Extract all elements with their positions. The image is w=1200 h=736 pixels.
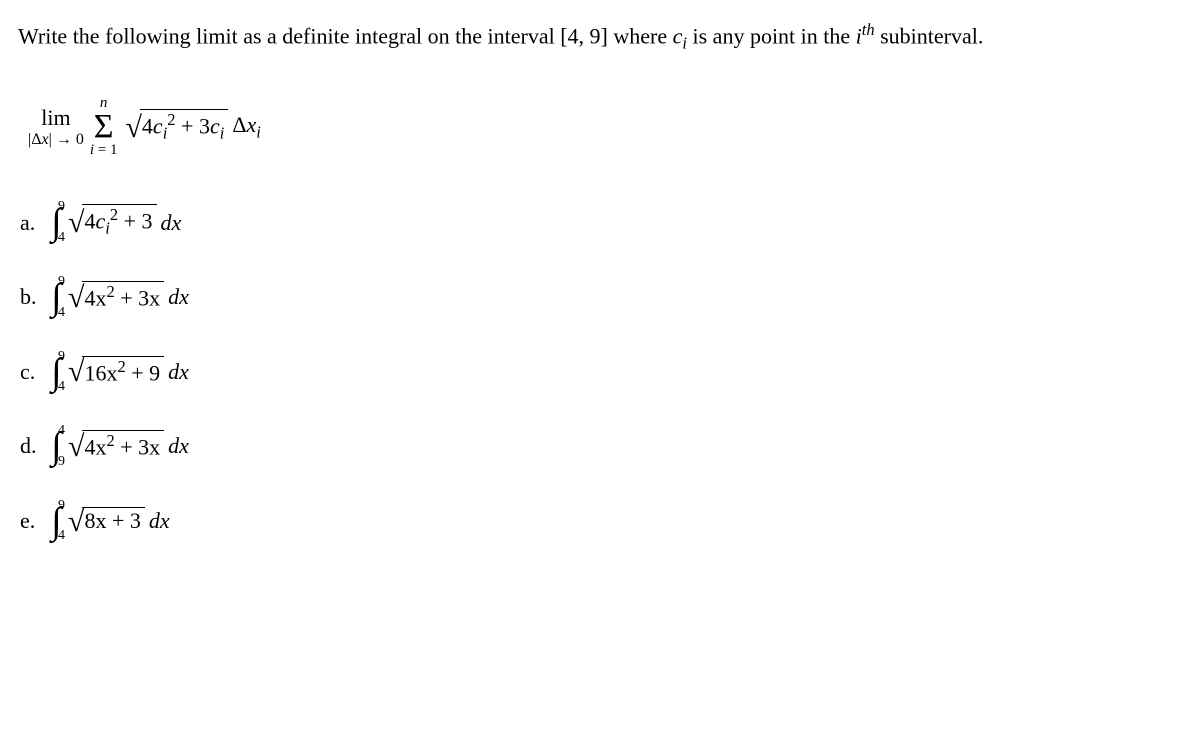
a-var: c <box>95 209 105 234</box>
option-c-label: c. <box>20 359 48 385</box>
cond-right: | → 0 <box>49 131 84 148</box>
option-b-label: b. <box>20 284 48 310</box>
c-body: 16x <box>84 360 117 385</box>
sum-eq: = 1 <box>94 142 117 158</box>
option-a: a. 9 ∫ 4 √ 4ci2 + 3 dx <box>20 199 1182 246</box>
c-post: + 9 <box>126 360 160 385</box>
rad-c: c <box>153 113 163 138</box>
option-c-integral: 9 ∫ 4 √ 16x2 + 9 dx <box>48 349 189 396</box>
option-e: e. 9 ∫ 4 √ 8x + 3 dx <box>20 498 1182 545</box>
option-b-integral: 9 ∫ 4 √ 4x2 + 3x dx <box>48 274 189 321</box>
var-c: c <box>673 23 683 48</box>
sqrt-radicand: 4ci2 + 3ci <box>140 109 228 146</box>
a-sup: 2 <box>110 205 118 224</box>
option-d-label: d. <box>20 433 48 459</box>
question-text: Write the following limit as a definite … <box>18 18 1182 55</box>
option-a-integral: 9 ∫ 4 √ 4ci2 + 3 dx <box>48 199 181 246</box>
option-e-label: e. <box>20 508 48 534</box>
delta-x: Δxi <box>232 112 261 142</box>
integral-symbol: 9 ∫ 4 <box>48 498 65 545</box>
cond-x: x <box>42 131 49 148</box>
rad-c2: c <box>210 113 220 138</box>
int-lower: 4 <box>58 230 65 246</box>
sqrt-radicand-e: 8x + 3 <box>82 507 144 536</box>
option-b: b. 9 ∫ 4 √ 4x2 + 3x dx <box>20 274 1182 321</box>
integral-symbol: 9 ∫ 4 <box>48 349 65 396</box>
option-e-integral: 9 ∫ 4 √ 8x + 3 dx <box>48 498 170 545</box>
sqrt-radicand-a: 4ci2 + 3 <box>82 204 156 241</box>
c-sup: 2 <box>117 357 125 376</box>
e-body: 8x + 3 <box>84 508 140 533</box>
integral-symbol: 9 ∫ 4 <box>48 274 65 321</box>
sqrt-radicand-c: 16x2 + 9 <box>82 356 164 388</box>
a-post: + 3 <box>118 209 152 234</box>
d-sup: 2 <box>106 431 114 450</box>
limit-expression: lim |Δx| → 0 n Σ i = 1 √ 4ci2 + 3ci Δxi <box>28 95 261 160</box>
dx-d: dx <box>168 433 189 459</box>
a-pre: 4 <box>84 209 95 234</box>
cond-left: |Δ <box>28 131 42 148</box>
sum-operator: n Σ i = 1 <box>90 95 118 160</box>
sigma-symbol: Σ <box>94 112 114 143</box>
limit-operator: lim |Δx| → 0 <box>28 105 84 149</box>
question-pre: Write the following limit as a definite … <box>18 23 673 48</box>
integral-symbol: 9 ∫ 4 <box>48 199 65 246</box>
delta-xvar: x <box>246 112 256 137</box>
lim-text: lim <box>41 105 70 131</box>
b-sup: 2 <box>106 282 114 301</box>
rad-coef: 4 <box>142 113 153 138</box>
option-a-label: a. <box>20 210 48 236</box>
delta-sub: i <box>256 122 261 141</box>
dx-a: dx <box>161 210 182 236</box>
lim-condition: |Δx| → 0 <box>28 131 84 149</box>
sqrt-radicand-b: 4x2 + 3x <box>82 281 164 313</box>
dx-e: dx <box>149 508 170 534</box>
delta: Δ <box>232 112 246 137</box>
b-post: + 3x <box>115 285 160 310</box>
dx-c: dx <box>168 359 189 385</box>
rad-c2sub: i <box>220 123 225 142</box>
b-body: 4x <box>84 285 106 310</box>
sqrt-radicand-d: 4x2 + 3x <box>82 430 164 462</box>
option-d-integral: 4 ∫ 9 √ 4x2 + 3x dx <box>48 423 189 470</box>
sqrt-a: √ 4ci2 + 3 <box>68 204 157 241</box>
sqrt-c: √ 16x2 + 9 <box>68 356 164 388</box>
sqrt-expression: √ 4ci2 + 3ci <box>125 109 228 146</box>
sum-lower: i = 1 <box>90 142 118 159</box>
int-lower: 4 <box>58 528 65 544</box>
sqrt-e: √ 8x + 3 <box>68 507 145 536</box>
rad-csup: 2 <box>167 110 175 129</box>
answer-options: a. 9 ∫ 4 √ 4ci2 + 3 dx b. 9 ∫ 4 √ 4x <box>20 199 1182 544</box>
sqrt-b: √ 4x2 + 3x <box>68 281 164 313</box>
integral-symbol: 4 ∫ 9 <box>48 423 65 470</box>
option-d: d. 4 ∫ 9 √ 4x2 + 3x dx <box>20 423 1182 470</box>
dx-b: dx <box>168 284 189 310</box>
int-lower: 4 <box>58 305 65 321</box>
sqrt-d: √ 4x2 + 3x <box>68 430 164 462</box>
question-mid: is any point in the <box>687 23 856 48</box>
int-lower: 4 <box>58 379 65 395</box>
d-post: + 3x <box>115 435 160 460</box>
d-body: 4x <box>84 435 106 460</box>
question-post: subinterval. <box>875 23 984 48</box>
int-lower: 9 <box>58 454 65 470</box>
rad-plus: + 3 <box>176 113 210 138</box>
option-c: c. 9 ∫ 4 √ 16x2 + 9 dx <box>20 349 1182 396</box>
ith-th: th <box>862 20 875 39</box>
